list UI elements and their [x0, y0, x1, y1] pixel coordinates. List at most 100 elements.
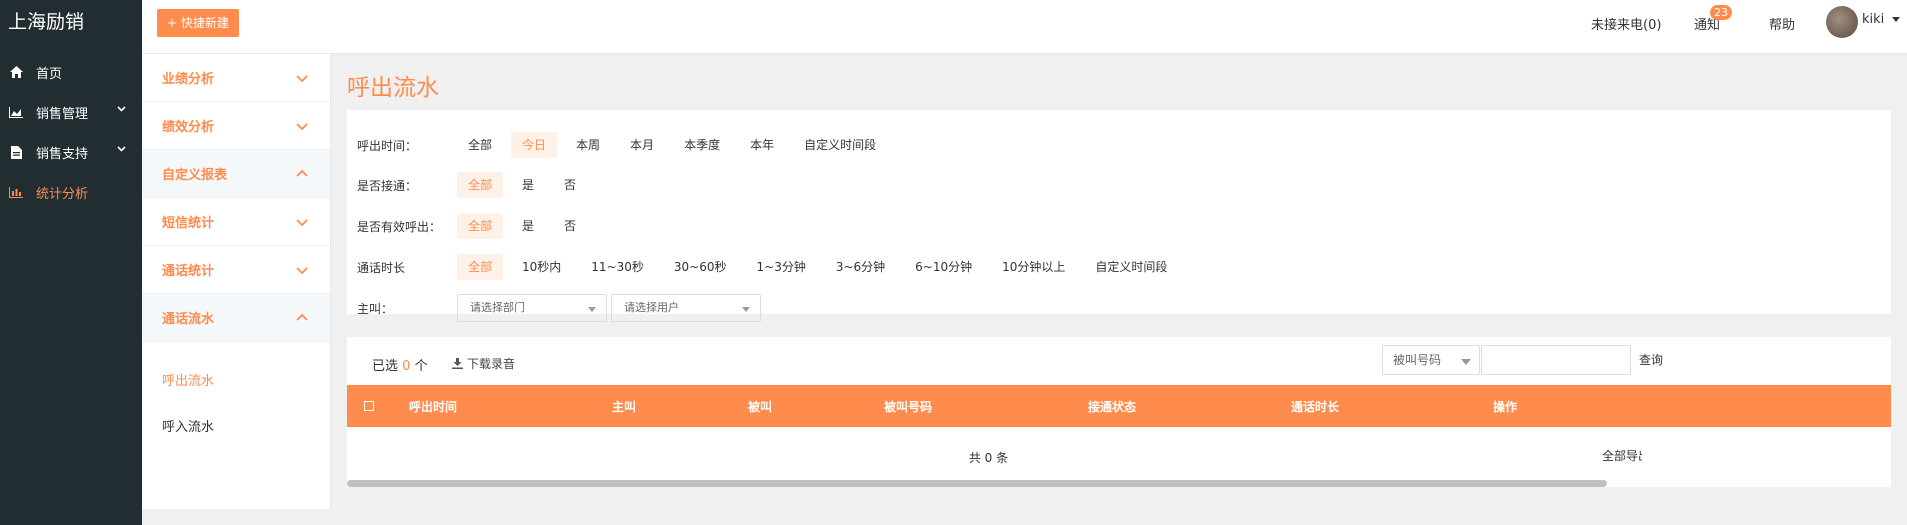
user-select[interactable]: 请选择用户 [611, 294, 761, 322]
filter-option[interactable]: 本周 [565, 132, 611, 158]
filter-option[interactable]: 10秒内 [511, 254, 572, 280]
filter-panel: 呼出时间： 全部 今日 本周 本月 本季度 本年 自定义时间段 是否接通： 全部… [347, 110, 1891, 322]
filter-option[interactable]: 自定义时间段 [1084, 254, 1178, 280]
submenu-group-sms-statistics[interactable]: 短信统计 [142, 198, 330, 246]
chevron-down-icon [296, 219, 308, 227]
filter-option-selected[interactable]: 今日 [511, 132, 558, 158]
table-header: 呼出时间 主叫 被叫 被叫号码 接通状态 通话时长 操作 [347, 385, 1891, 427]
download-recordings-button[interactable]: 下载录音 [452, 355, 515, 372]
submenu-group-label: 绩效分析 [162, 120, 215, 135]
top-header: + 快捷新建 未接来电(0) 通知 23 帮助 kiki [142, 0, 1907, 54]
notifications-label: 通知 [1694, 18, 1721, 33]
filter-option[interactable]: 全部 [457, 132, 503, 158]
filter-option[interactable]: 6~10分钟 [904, 254, 983, 280]
document-icon [8, 144, 24, 160]
page-title: 呼出流水 [347, 75, 439, 101]
filter-row-connected: 是否接通： 全部 是 否 [347, 172, 595, 198]
bar-chart-icon [8, 184, 24, 200]
column-header[interactable]: 操作 [1493, 398, 1517, 415]
horizontal-scrollbar[interactable] [347, 480, 1607, 487]
submenu-item-outbound-records[interactable]: 呼出流水 [142, 356, 330, 402]
sidebar-item-statistics[interactable]: 统计分析 [0, 172, 142, 212]
filter-option[interactable]: 是 [511, 213, 545, 239]
submenu-group-call-records[interactable]: 通话流水 [142, 294, 330, 342]
notifications-link[interactable]: 通知 23 [1694, 5, 1733, 33]
chevron-down-icon [296, 123, 308, 131]
submenu-item-inbound-records[interactable]: 呼入流水 [142, 402, 330, 448]
submenu-group-label: 通话流水 [162, 312, 215, 327]
filter-option[interactable]: 本月 [619, 132, 665, 158]
sidebar-item-label: 销售管理 [36, 106, 89, 122]
selected-count: 已选 0 个 [372, 355, 428, 374]
chevron-down-icon [296, 75, 308, 83]
sidebar-item-home[interactable]: 首页 [0, 52, 142, 92]
query-button[interactable]: 查询 [1639, 351, 1663, 368]
chevron-up-icon [296, 313, 308, 321]
filter-option[interactable]: 是 [511, 172, 545, 198]
chevron-up-icon [296, 169, 308, 177]
filter-option[interactable]: 自定义时间段 [793, 132, 887, 158]
column-header[interactable]: 被叫 [748, 398, 772, 415]
filter-option-selected[interactable]: 全部 [457, 213, 504, 239]
notification-count-badge: 23 [1710, 5, 1733, 20]
submenu-group-custom-report[interactable]: 自定义报表 [142, 150, 330, 198]
caret-down-icon [588, 307, 596, 312]
filter-row-duration: 通话时长 全部 10秒内 11~30秒 30~60秒 1~3分钟 3~6分钟 6… [347, 254, 1186, 280]
submenu-group-label: 业绩分析 [162, 72, 215, 87]
sidebar-item-sales-support[interactable]: 销售支持 [0, 132, 142, 172]
filter-option[interactable]: 10分钟以上 [991, 254, 1076, 280]
filter-option[interactable]: 1~3分钟 [746, 254, 817, 280]
quick-new-button[interactable]: + 快捷新建 [157, 9, 239, 37]
avatar[interactable] [1826, 6, 1858, 38]
filter-label: 呼出时间： [357, 138, 418, 153]
submenu-group-label: 自定义报表 [162, 168, 228, 183]
download-icon [452, 358, 463, 369]
records-table-panel: 已选 0 个 下载录音 被叫号码 查询 呼出时间 主叫 被叫 被叫号码 接通状态… [347, 337, 1891, 487]
filter-row-call-time: 呼出时间： 全部 今日 本周 本月 本季度 本年 自定义时间段 [347, 132, 895, 158]
search-input[interactable] [1481, 345, 1631, 375]
selected-prefix: 已选 [372, 359, 399, 374]
filter-option[interactable]: 否 [553, 213, 587, 239]
export-all-button[interactable]: 全部导出 [1602, 447, 1642, 464]
department-select[interactable]: 请选择部门 [457, 294, 607, 322]
selected-count-value: 0 [402, 359, 411, 374]
app-title: 上海励销 [8, 11, 85, 33]
filter-label: 主叫： [357, 301, 394, 316]
filter-label: 是否接通： [357, 178, 418, 193]
column-header[interactable]: 主叫 [612, 398, 636, 415]
user-select-placeholder: 请选择用户 [624, 301, 679, 314]
help-link[interactable]: 帮助 [1769, 14, 1795, 33]
download-recordings-label: 下载录音 [467, 357, 516, 371]
area-chart-icon [8, 104, 24, 120]
filter-option[interactable]: 否 [553, 172, 587, 198]
missed-calls-link[interactable]: 未接来电(0) [1591, 14, 1661, 33]
filter-option[interactable]: 本季度 [673, 132, 731, 158]
submenu-group-label: 通话统计 [162, 264, 215, 279]
filter-row-caller: 主叫： 请选择部门 请选择用户 [347, 293, 765, 323]
submenu-group-call-statistics[interactable]: 通话统计 [142, 246, 330, 294]
filter-option-selected[interactable]: 全部 [457, 254, 504, 280]
search-type-select[interactable]: 被叫号码 [1382, 345, 1480, 375]
filter-option-selected[interactable]: 全部 [457, 172, 504, 198]
filter-option[interactable]: 30~60秒 [663, 254, 738, 280]
caret-down-icon [1892, 17, 1901, 22]
selected-suffix: 个 [414, 359, 428, 374]
sidebar-item-sales-management[interactable]: 销售管理 [0, 92, 142, 132]
column-header[interactable]: 接通状态 [1088, 398, 1136, 415]
filter-option[interactable]: 本年 [739, 132, 785, 158]
submenu-group-performance-analysis[interactable]: 业绩分析 [142, 54, 330, 102]
analysis-submenu: 业绩分析 绩效分析 自定义报表 短信统计 通话统计 通话流水 呼出流水 呼入流水 [142, 54, 331, 509]
column-header[interactable]: 呼出时间 [409, 398, 457, 415]
filter-option[interactable]: 3~6分钟 [825, 254, 896, 280]
user-name: kiki [1862, 12, 1885, 27]
select-all-checkbox[interactable] [364, 401, 374, 411]
column-header[interactable]: 被叫号码 [884, 398, 932, 415]
department-select-placeholder: 请选择部门 [470, 301, 525, 314]
caret-down-icon [742, 307, 750, 312]
filter-option[interactable]: 11~30秒 [580, 254, 655, 280]
submenu-group-label: 短信统计 [162, 216, 215, 231]
user-menu[interactable]: kiki [1862, 12, 1901, 27]
submenu-group-kpi-analysis[interactable]: 绩效分析 [142, 102, 330, 150]
home-icon [8, 64, 24, 80]
column-header[interactable]: 通话时长 [1291, 398, 1339, 415]
